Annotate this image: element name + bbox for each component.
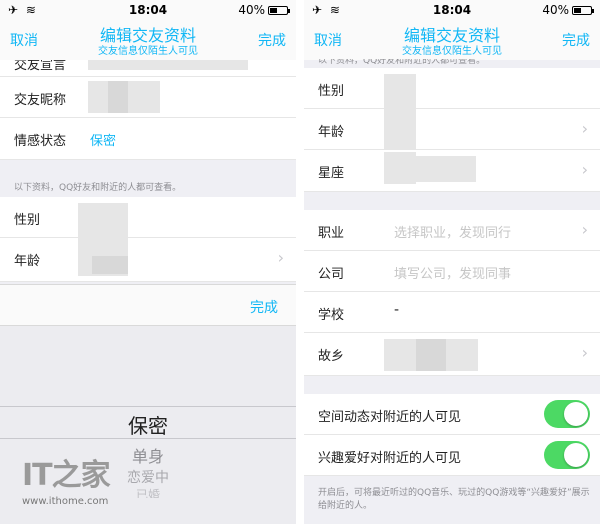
nav-bar: 取消 编辑交友资料 交友信息仅陌生人可见 完成 (304, 20, 600, 60)
blurred-value (384, 74, 416, 109)
page-subtitle: 交友信息仅陌生人可见 (402, 46, 502, 57)
blurred-value (78, 203, 128, 239)
toggle-knob (564, 443, 588, 467)
row-label: 年龄 (318, 125, 345, 140)
watermark: IT之家 www.ithome.com (22, 450, 111, 507)
row-label: 情感状态 (14, 134, 67, 149)
blurred-value (384, 109, 416, 149)
row-school[interactable]: 学校 - (304, 292, 600, 333)
right-screen: ✈ ≋ 18:04 40% 取消 编辑交友资料 交友信息仅陌生人可见 完成 以下… (304, 0, 600, 524)
page-subtitle: 交友信息仅陌生人可见 (98, 46, 198, 57)
nav-bar: 取消 编辑交友资料 交友信息仅陌生人可见 完成 (0, 20, 296, 60)
done-button[interactable]: 完成 (258, 30, 286, 50)
row-label: 性别 (14, 213, 41, 228)
row-label: 年龄 (14, 254, 41, 269)
blurred-value (416, 339, 446, 371)
row-company[interactable]: 公司 填写公司，发现同事 (304, 251, 600, 292)
watermark-url: www.ithome.com (22, 496, 109, 507)
row-label: 星座 (318, 166, 345, 181)
interest-visibility-toggle[interactable] (544, 441, 590, 469)
battery-icon (572, 6, 594, 15)
section-note: 以下资料，QQ好友和附近的人都可查看。 (14, 183, 182, 193)
picker-done-button[interactable]: 完成 (250, 297, 278, 317)
row-job[interactable]: 职业 选择职业，发现同行 › (304, 210, 600, 251)
picker-option-selected[interactable]: 保密 (0, 410, 296, 439)
row-label: 交友昵称 (14, 93, 67, 108)
picker-selection-line (0, 406, 296, 407)
chevron-right-icon: › (581, 220, 588, 239)
space-visibility-toggle[interactable] (544, 400, 590, 428)
blurred-value (92, 256, 128, 274)
row-relationship[interactable]: 情感状态 保密 (0, 118, 296, 160)
job-placeholder: 选择职业，发现同行 (394, 226, 512, 241)
blurred-value (88, 60, 248, 70)
row-age[interactable]: 年龄 › (0, 238, 296, 282)
row-label: 职业 (318, 226, 345, 241)
done-button[interactable]: 完成 (562, 30, 590, 50)
row-label: 空间动态对附近的人可见 (318, 410, 462, 425)
row-interest-visibility: 兴趣爱好对附近的人可见 (304, 435, 600, 476)
section-note: 以下资料，QQ好友和附近的人都可查看。 (318, 59, 486, 66)
left-screen: ✈ ≋ 18:04 40% 取消 编辑交友资料 交友信息仅陌生人可见 完成 交友… (0, 0, 296, 524)
row-label: 故乡 (318, 349, 345, 364)
school-value: - (394, 302, 400, 318)
blurred-value (108, 81, 128, 113)
picker-toolbar: 完成 (0, 284, 296, 326)
row-hometown[interactable]: 故乡 › (304, 333, 600, 376)
row-zodiac[interactable]: 星座 › (304, 150, 600, 192)
status-bar: ✈ ≋ 18:04 40% (304, 0, 600, 20)
row-declaration[interactable]: 交友宣言 (0, 60, 296, 77)
chevron-right-icon: › (581, 119, 588, 138)
chevron-right-icon: › (581, 160, 588, 179)
blurred-value (416, 156, 476, 182)
row-label: 学校 (318, 308, 345, 323)
row-label: 兴趣爱好对附近的人可见 (318, 451, 462, 466)
row-nickname[interactable]: 交友昵称 (0, 77, 296, 118)
row-gender[interactable]: 性别 (0, 197, 296, 239)
screenshot-divider (296, 0, 304, 524)
company-input[interactable]: 填写公司，发现同事 (394, 263, 511, 282)
row-label: 公司 (318, 267, 345, 282)
footer-note: 开启后，可将最近听过的QQ音乐、玩过的QQ游戏等“兴趣爱好”展示给附近的人。 (318, 488, 590, 511)
row-label: 交友宣言 (14, 60, 67, 73)
status-bar: ✈ ≋ 18:04 40% (0, 0, 296, 20)
row-age[interactable]: 年龄 › (304, 109, 600, 150)
row-gender[interactable]: 性别 (304, 68, 600, 109)
row-label: 性别 (318, 84, 345, 99)
battery-indicator: 40% (238, 3, 290, 17)
battery-indicator: 40% (542, 3, 594, 17)
blurred-value (384, 152, 416, 184)
chevron-right-icon: › (277, 248, 284, 267)
row-space-visibility: 空间动态对附近的人可见 (304, 394, 600, 435)
relationship-value: 保密 (90, 134, 117, 149)
toggle-knob (564, 402, 588, 426)
chevron-right-icon: › (581, 343, 588, 362)
watermark-logo: IT之家 (22, 458, 111, 493)
battery-icon (268, 6, 290, 15)
